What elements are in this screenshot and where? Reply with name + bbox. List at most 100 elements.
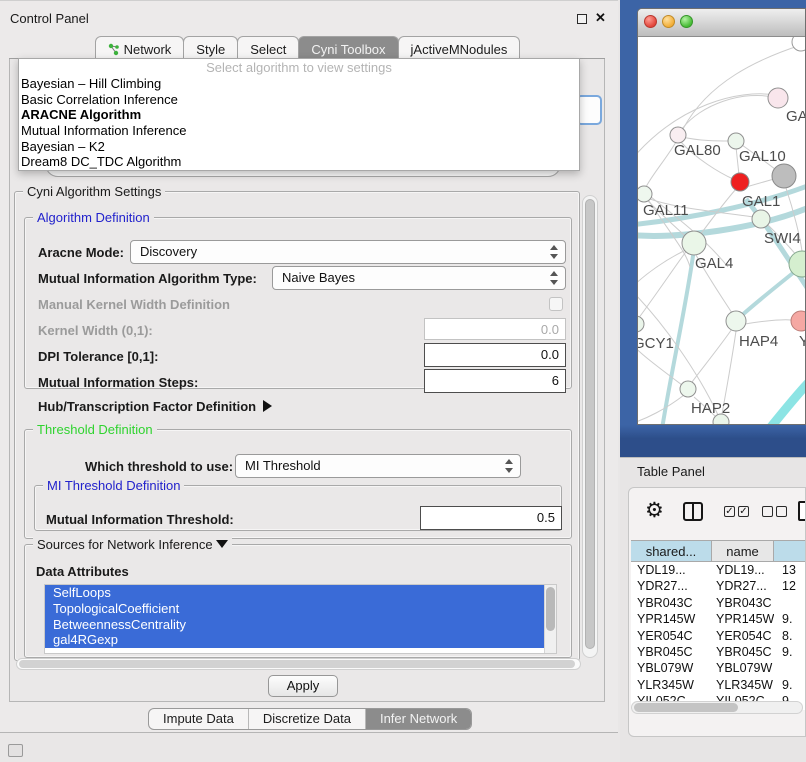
tab-network[interactable]: Network	[95, 36, 185, 58]
settings-vertical-scrollbar-thumb[interactable]	[585, 199, 595, 649]
tab-style[interactable]: Style	[183, 36, 238, 58]
aracne-mode-combo[interactable]: Discovery	[130, 240, 566, 264]
attribute-item-selfloops[interactable]: SelfLoops	[45, 585, 556, 601]
network-view-window[interactable]: GALGAL80GAL10GAL1GAL11SWI4GAL4GCY1HAP4YH…	[637, 8, 806, 425]
network-window-titlebar[interactable]	[638, 9, 805, 37]
attribute-item-gal4rgexp[interactable]: gal4RGexp	[45, 632, 556, 648]
table-cell: YBL079W	[631, 660, 712, 676]
network-edge[interactable]	[638, 249, 688, 319]
network-node[interactable]	[772, 164, 796, 188]
table-row[interactable]: YBR043CYBR043C	[631, 595, 806, 611]
table-row[interactable]: YDL19...YDL19...13	[631, 562, 806, 578]
close-icon[interactable]: ✕	[595, 10, 606, 26]
bottom-tab-bar: Impute DataDiscretize DataInfer Network	[148, 708, 472, 730]
table-cell	[774, 660, 806, 676]
bottom-tab-discretize-data[interactable]: Discretize Data	[249, 709, 366, 729]
algorithm-option-aracne-algorithm[interactable]: ARACNE Algorithm	[19, 107, 579, 123]
network-edge[interactable]	[766, 379, 806, 425]
hub-definition-toggle[interactable]: Hub/Transcription Factor Definition	[38, 399, 272, 414]
kernel-width-field[interactable]: 0.0	[424, 318, 566, 340]
manual-kernel-width-checkbox[interactable]	[549, 297, 563, 311]
network-edge[interactable]	[683, 45, 801, 129]
which-threshold-combo[interactable]: MI Threshold	[235, 454, 521, 478]
mi-steps-field[interactable]: 6	[424, 369, 566, 393]
network-node[interactable]	[638, 316, 644, 332]
export-table-icon[interactable]	[798, 501, 806, 521]
collapsed-arrow-icon[interactable]	[263, 400, 272, 412]
tab-jactivemnodules[interactable]: jActiveMNodules	[398, 36, 521, 58]
mi-threshold-field[interactable]: 0.5	[420, 506, 562, 530]
network-node[interactable]	[726, 311, 746, 331]
table-row[interactable]: YLR345WYLR345W9.	[631, 677, 806, 693]
algorithm-option-dream8-dc-tdc-algorithm[interactable]: Dream8 DC_TDC Algorithm	[19, 154, 579, 170]
table-row[interactable]: YPR145WYPR145W9.	[631, 611, 806, 627]
network-edge[interactable]	[638, 249, 688, 289]
node-label-gal1: GAL1	[742, 193, 780, 210]
column-header-shared-name[interactable]: shared...	[631, 541, 712, 561]
network-node[interactable]	[728, 133, 744, 149]
zoom-traffic-light-icon[interactable]	[680, 15, 693, 28]
table-row[interactable]: YER054CYER054C8.	[631, 628, 806, 644]
network-canvas[interactable]: GALGAL80GAL10GAL1GAL11SWI4GAL4GCY1HAP4YH…	[638, 37, 806, 425]
network-node[interactable]	[638, 186, 652, 202]
network-edge[interactable]	[746, 179, 774, 187]
dock-window-icon[interactable]	[8, 744, 23, 757]
tab-select[interactable]: Select	[237, 36, 299, 58]
table-row[interactable]: YBR045CYBR045C9.	[631, 644, 806, 660]
network-edge[interactable]	[638, 395, 684, 424]
network-edge[interactable]	[745, 320, 791, 324]
table-row[interactable]: YBL079WYBL079W	[631, 660, 806, 676]
dpi-tolerance-field[interactable]: 0.0	[424, 343, 566, 367]
table-horizontal-scrollbar[interactable]	[631, 701, 803, 714]
data-attributes-list[interactable]: SelfLoopsTopologicalCoefficientBetweenne…	[44, 584, 557, 654]
network-node[interactable]	[791, 311, 806, 331]
gear-icon[interactable]: ⚙	[645, 500, 664, 521]
tab-cyni-toolbox[interactable]: Cyni Toolbox	[298, 36, 398, 58]
columns-icon[interactable]	[683, 502, 703, 521]
settings-horizontal-scrollbar[interactable]	[16, 658, 581, 670]
column-header-partial[interactable]	[774, 541, 806, 561]
column-header-name[interactable]: name	[712, 541, 774, 561]
attributes-scrollbar-thumb[interactable]	[546, 587, 555, 631]
expanded-arrow-icon[interactable]	[216, 540, 228, 548]
table-row[interactable]: YDR27...YDR27...12	[631, 578, 806, 594]
network-edge[interactable]	[682, 95, 778, 129]
apply-button[interactable]: Apply	[268, 675, 338, 697]
combo-stepper-icon	[550, 271, 559, 285]
mi-algorithm-type-combo[interactable]: Naive Bayes	[272, 266, 566, 290]
network-node[interactable]	[792, 37, 806, 51]
network-node[interactable]	[670, 127, 686, 143]
algorithm-option-bayesian-k2[interactable]: Bayesian – K2	[19, 139, 579, 155]
close-traffic-light-icon[interactable]	[644, 15, 657, 28]
network-node[interactable]	[731, 173, 749, 191]
network-node[interactable]	[752, 210, 770, 228]
settings-horizontal-scrollbar-thumb[interactable]	[19, 660, 575, 668]
mi-algorithm-type-value: Naive Bayes	[282, 270, 355, 285]
network-node[interactable]	[680, 381, 696, 397]
network-node[interactable]	[768, 88, 788, 108]
node-label-gal: GAL	[786, 108, 806, 125]
table-horizontal-scrollbar-thumb[interactable]	[634, 703, 738, 712]
network-edge[interactable]	[646, 142, 676, 187]
attribute-item-topologicalcoefficient[interactable]: TopologicalCoefficient	[45, 601, 556, 617]
network-node[interactable]	[682, 231, 706, 255]
attributes-scrollbar[interactable]	[544, 585, 556, 653]
float-window-icon[interactable]	[577, 14, 587, 24]
settings-vertical-scrollbar[interactable]	[582, 195, 598, 658]
network-edge[interactable]	[682, 137, 730, 141]
algorithm-option-basic-correlation-inference[interactable]: Basic Correlation Inference	[19, 92, 579, 108]
bottom-tab-infer-network[interactable]: Infer Network	[366, 709, 471, 729]
sources-title[interactable]: Sources for Network Inference	[33, 537, 232, 552]
node-label-hap4: HAP4	[739, 333, 778, 350]
algorithm-option-mutual-information-inference[interactable]: Mutual Information Inference	[19, 123, 579, 139]
network-edge[interactable]	[692, 329, 732, 382]
deselect-all-icon[interactable]	[762, 506, 787, 517]
algorithm-option-bayesian-hill-climbing[interactable]: Bayesian – Hill Climbing	[19, 76, 579, 92]
minimize-traffic-light-icon[interactable]	[662, 15, 675, 28]
attribute-item-betweennesscentrality[interactable]: BetweennessCentrality	[45, 617, 556, 633]
select-all-icon[interactable]: ✓✓	[724, 506, 749, 517]
table-cell: YBR045C	[631, 644, 712, 660]
bottom-tab-impute-data[interactable]: Impute Data	[149, 709, 249, 729]
cyni-algorithm-settings-title: Cyni Algorithm Settings	[23, 184, 165, 199]
network-edge[interactable]	[740, 269, 798, 317]
